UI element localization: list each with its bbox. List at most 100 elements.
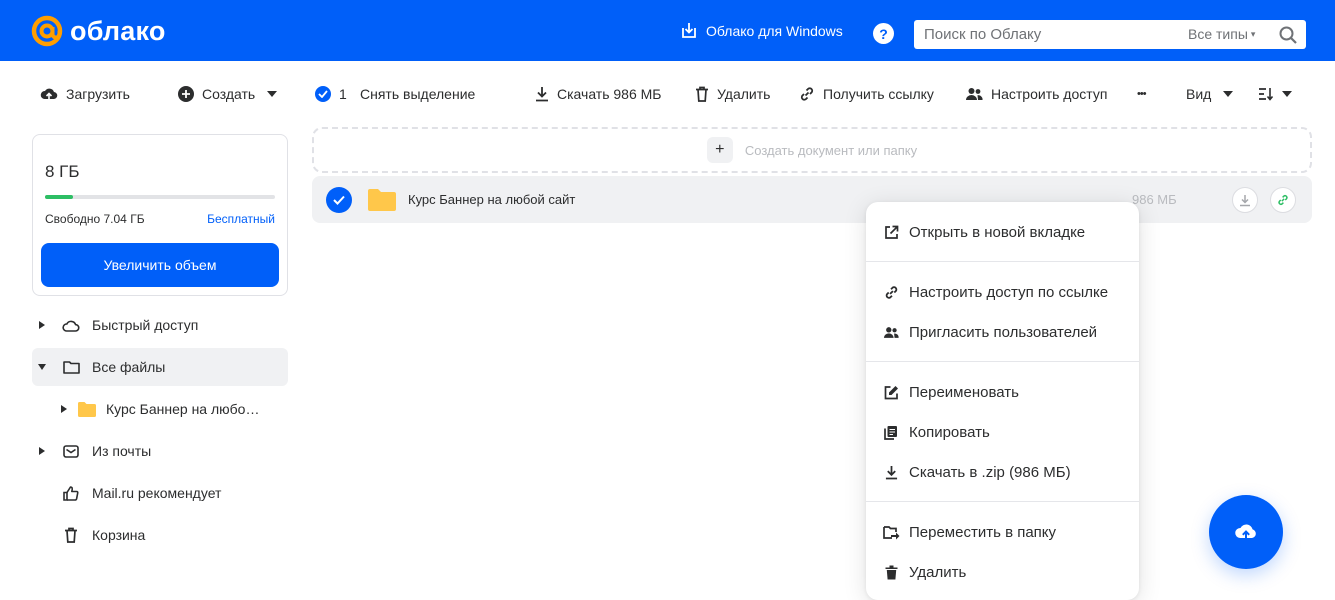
caret-down-icon: [267, 91, 278, 97]
menu-item-label: Копировать: [909, 423, 990, 441]
menu-link-access[interactable]: Настроить доступ по ссылке: [866, 272, 1139, 312]
search-icon[interactable]: [1278, 25, 1298, 45]
edit-icon: [882, 385, 900, 400]
logo-at-icon: [31, 15, 63, 47]
sort-icon: [1259, 88, 1274, 101]
create-button[interactable]: Создать: [178, 80, 278, 108]
search-box: Все типы ▾: [914, 20, 1306, 49]
download-icon: [882, 465, 900, 480]
menu-invite-users[interactable]: Пригласить пользователей: [866, 312, 1139, 352]
view-label: Вид: [1186, 86, 1212, 102]
menu-item-label: Скачать в .zip (986 МБ): [909, 463, 1071, 481]
menu-delete[interactable]: Удалить: [866, 552, 1139, 592]
create-document-area[interactable]: + Создать документ или папку: [312, 127, 1312, 173]
chevron-down-icon: ▾: [1250, 28, 1256, 39]
users-icon: [882, 326, 900, 339]
menu-rename[interactable]: Переименовать: [866, 372, 1139, 412]
users-icon: [966, 88, 983, 100]
sidebar-item-label: Корзина: [92, 527, 146, 543]
sidebar-item-recommends[interactable]: Mail.ru рекомендует: [32, 474, 288, 512]
download-icon: [536, 87, 548, 102]
menu-open-new-tab[interactable]: Открыть в новой вкладке: [866, 212, 1139, 252]
menu-divider: [866, 361, 1139, 362]
menu-item-label: Удалить: [909, 563, 967, 581]
sidebar-item-label: Курс Баннер на любо…: [106, 401, 260, 417]
search-input[interactable]: [914, 26, 1164, 43]
menu-copy[interactable]: Копировать: [866, 412, 1139, 452]
link-icon: [800, 87, 814, 101]
menu-item-label: Переименовать: [909, 383, 1019, 401]
cloud-icon: [58, 319, 84, 332]
expand-arrow-icon[interactable]: [54, 405, 74, 413]
trash-icon: [696, 86, 708, 102]
download-button[interactable]: Скачать 986 МБ: [535, 80, 662, 108]
upload-fab-button[interactable]: [1209, 495, 1283, 569]
access-button[interactable]: Настроить доступ: [965, 80, 1107, 108]
sidebar-item-from-mail[interactable]: Из почты: [32, 432, 288, 470]
storage-card: 8 ГБ Свободно 7.04 ГБ Бесплатный Увеличи…: [32, 134, 288, 296]
file-row[interactable]: Курс Баннер на любой сайт 986 МБ: [312, 176, 1312, 223]
trash-icon: [58, 527, 84, 543]
delete-button[interactable]: Удалить: [695, 80, 770, 108]
get-link-button[interactable]: Получить ссылку: [799, 80, 934, 108]
create-document-label: Создать документ или папку: [744, 142, 918, 158]
menu-download-zip[interactable]: Скачать в .zip (986 МБ): [866, 452, 1139, 492]
sidebar-item-label: Быстрый доступ: [92, 317, 199, 333]
expand-arrow-icon[interactable]: [32, 321, 52, 329]
upgrade-storage-button[interactable]: Увеличить объем: [41, 243, 279, 287]
view-button[interactable]: Вид: [1186, 80, 1234, 108]
more-dots-icon: •••: [1137, 88, 1147, 100]
sort-button[interactable]: [1258, 80, 1292, 108]
selected-count: 1: [339, 86, 347, 102]
windows-app-label: Облако для Windows: [706, 23, 843, 39]
collapse-arrow-icon[interactable]: [32, 364, 52, 370]
menu-item-label: Открыть в новой вкладке: [909, 223, 1086, 241]
deselect-label: Снять выделение: [360, 86, 476, 102]
folder-icon: [368, 189, 396, 211]
access-label: Настроить доступ: [991, 86, 1108, 102]
logo[interactable]: облако: [30, 14, 166, 48]
expand-arrow-icon[interactable]: [32, 447, 52, 455]
more-button[interactable]: •••: [1137, 80, 1147, 108]
logo-text: облако: [70, 16, 166, 46]
caret-down-icon: [1223, 91, 1234, 97]
caret-down-icon: [1282, 91, 1292, 97]
storage-progress: [45, 195, 275, 199]
windows-app-link[interactable]: Облако для Windows: [680, 22, 843, 40]
sidebar-item-quick-access[interactable]: Быстрый доступ: [32, 306, 288, 344]
move-folder-icon: [882, 525, 900, 540]
download-label: Скачать 986 МБ: [557, 86, 662, 102]
search-types-dropdown[interactable]: Все типы ▾: [1188, 26, 1255, 42]
download-icon: [1240, 194, 1250, 206]
file-download-button[interactable]: [1232, 187, 1258, 213]
sidebar-item-label: Mail.ru рекомендует: [92, 485, 222, 501]
sidebar-item-all-files[interactable]: Все файлы: [32, 348, 288, 386]
menu-divider: [866, 501, 1139, 502]
cloud-upload-icon: [40, 88, 58, 101]
download-app-icon: [682, 23, 696, 38]
link-icon: [882, 285, 900, 300]
file-link-button[interactable]: [1270, 187, 1296, 213]
storage-plan-link[interactable]: Бесплатный: [207, 212, 275, 226]
menu-move-to-folder[interactable]: Переместить в папку: [866, 512, 1139, 552]
sidebar-item-label: Все файлы: [92, 359, 166, 375]
create-label: Создать: [202, 86, 256, 102]
folder-icon: [74, 401, 100, 417]
mail-icon: [58, 444, 84, 458]
menu-divider: [866, 261, 1139, 262]
upload-button[interactable]: Загрузить: [40, 80, 130, 108]
help-icon[interactable]: ?: [873, 23, 894, 44]
sidebar-item-folder[interactable]: Курс Баннер на любо…: [54, 390, 288, 428]
selected-check-icon[interactable]: [326, 187, 352, 213]
context-menu: Открыть в новой вкладке Настроить доступ…: [866, 202, 1139, 600]
sidebar-item-label: Из почты: [92, 443, 152, 459]
selection-counter: 1: [315, 80, 347, 108]
deselect-button[interactable]: Снять выделение: [360, 80, 475, 108]
menu-item-label: Настроить доступ по ссылке: [909, 283, 1109, 301]
header: облако Облако для Windows ? Все типы ▾: [0, 0, 1335, 61]
sidebar-item-trash[interactable]: Корзина: [32, 516, 288, 554]
menu-item-label: Пригласить пользователей: [909, 323, 1098, 341]
copy-icon: [882, 425, 900, 440]
upload-label: Загрузить: [66, 86, 130, 102]
delete-label: Удалить: [717, 86, 771, 102]
